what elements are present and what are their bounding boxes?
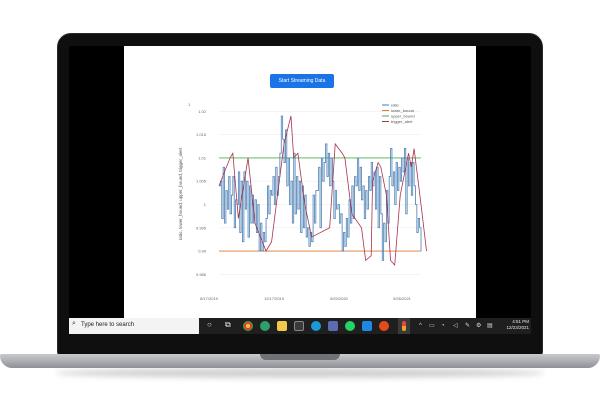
keyboard-icon[interactable]: ▤ xyxy=(487,322,493,330)
app-icon[interactable] xyxy=(328,321,338,331)
legend-label: upper_bound xyxy=(391,114,415,119)
laptop-shadow xyxy=(55,368,545,378)
y-tick-label: 1.02 xyxy=(198,109,207,114)
legend-label: lower_bound xyxy=(391,108,414,113)
pen-icon[interactable]: ✎ xyxy=(465,322,470,330)
legend-label: trigger_alert xyxy=(391,119,413,124)
chrome-icon[interactable] xyxy=(243,321,253,331)
edge-icon[interactable] xyxy=(260,321,270,331)
streaming-dashboard-page: Start Streaming Data 0.985 0.99 0.995 1 1.00… xyxy=(124,46,476,318)
y-tick-label: 0.985 xyxy=(196,272,207,277)
vscode-icon[interactable] xyxy=(362,321,372,331)
task-view-icon[interactable]: ⧉ xyxy=(225,320,231,330)
taskbar-search-placeholder: Type here to search xyxy=(81,322,135,328)
y-tick-label: 1 xyxy=(204,202,207,207)
y-tick-label: 1.015 xyxy=(196,132,207,137)
laptop-screen: Start Streaming Data 0.985 0.99 0.995 1 1.00… xyxy=(69,46,531,334)
y-tick-label: 1.01 xyxy=(198,155,207,160)
x-tick-label: 8/17/2019 xyxy=(200,296,219,301)
volume-icon[interactable]: ◁ xyxy=(453,322,458,330)
legend-label: ratio xyxy=(391,103,400,108)
network-icon[interactable]: ◔ xyxy=(441,322,445,330)
y-tick-label: 0.99 xyxy=(198,249,207,254)
windows-taskbar: ⌕ Type here to search ○ ⧉ ^ ▭ ◔ ◁ ✎ ⚙ ▤ … xyxy=(69,318,531,334)
taskbar-clock[interactable]: 4:51 PM 12/23/2021 xyxy=(506,319,529,331)
extra-tick-label: 1 xyxy=(188,102,191,107)
taskbar-search-box[interactable]: ⌕ Type here to search xyxy=(69,318,199,334)
battery-icon[interactable]: ▭ xyxy=(429,322,435,330)
settings-icon[interactable]: ⚙ xyxy=(476,322,481,330)
x-tick-label: 5/26/2021 xyxy=(393,296,412,301)
y-axis-title: ratio, lower_bound, upper_bound, trigger… xyxy=(178,147,183,240)
terminal-icon[interactable] xyxy=(294,321,304,331)
file-explorer-icon[interactable] xyxy=(277,321,287,331)
clock-date: 12/23/2021 xyxy=(506,325,529,330)
x-tick-label: 12/17/2019 xyxy=(264,296,285,301)
search-icon: ⌕ xyxy=(72,320,76,327)
edge-chromium-icon[interactable] xyxy=(311,321,321,331)
laptop-notch xyxy=(260,354,340,360)
y-tick-label: 1.005 xyxy=(196,179,207,184)
anaconda-icon[interactable] xyxy=(379,321,389,331)
ratio-series-line xyxy=(219,115,422,261)
y-tick-label: 0.995 xyxy=(196,225,207,230)
whatsapp-icon[interactable] xyxy=(345,321,355,331)
ratio-line-chart: 0.985 0.99 0.995 1 1.005 1.01 1.015 1.02 1 ratio,… xyxy=(178,102,427,301)
cortana-icon[interactable]: ○ xyxy=(207,320,212,330)
chevron-up-icon[interactable]: ^ xyxy=(419,322,422,330)
x-tick-label: 5/20/2020 xyxy=(330,296,349,301)
python-icon[interactable] xyxy=(402,321,406,331)
trigger-alert-series-line xyxy=(218,115,427,267)
